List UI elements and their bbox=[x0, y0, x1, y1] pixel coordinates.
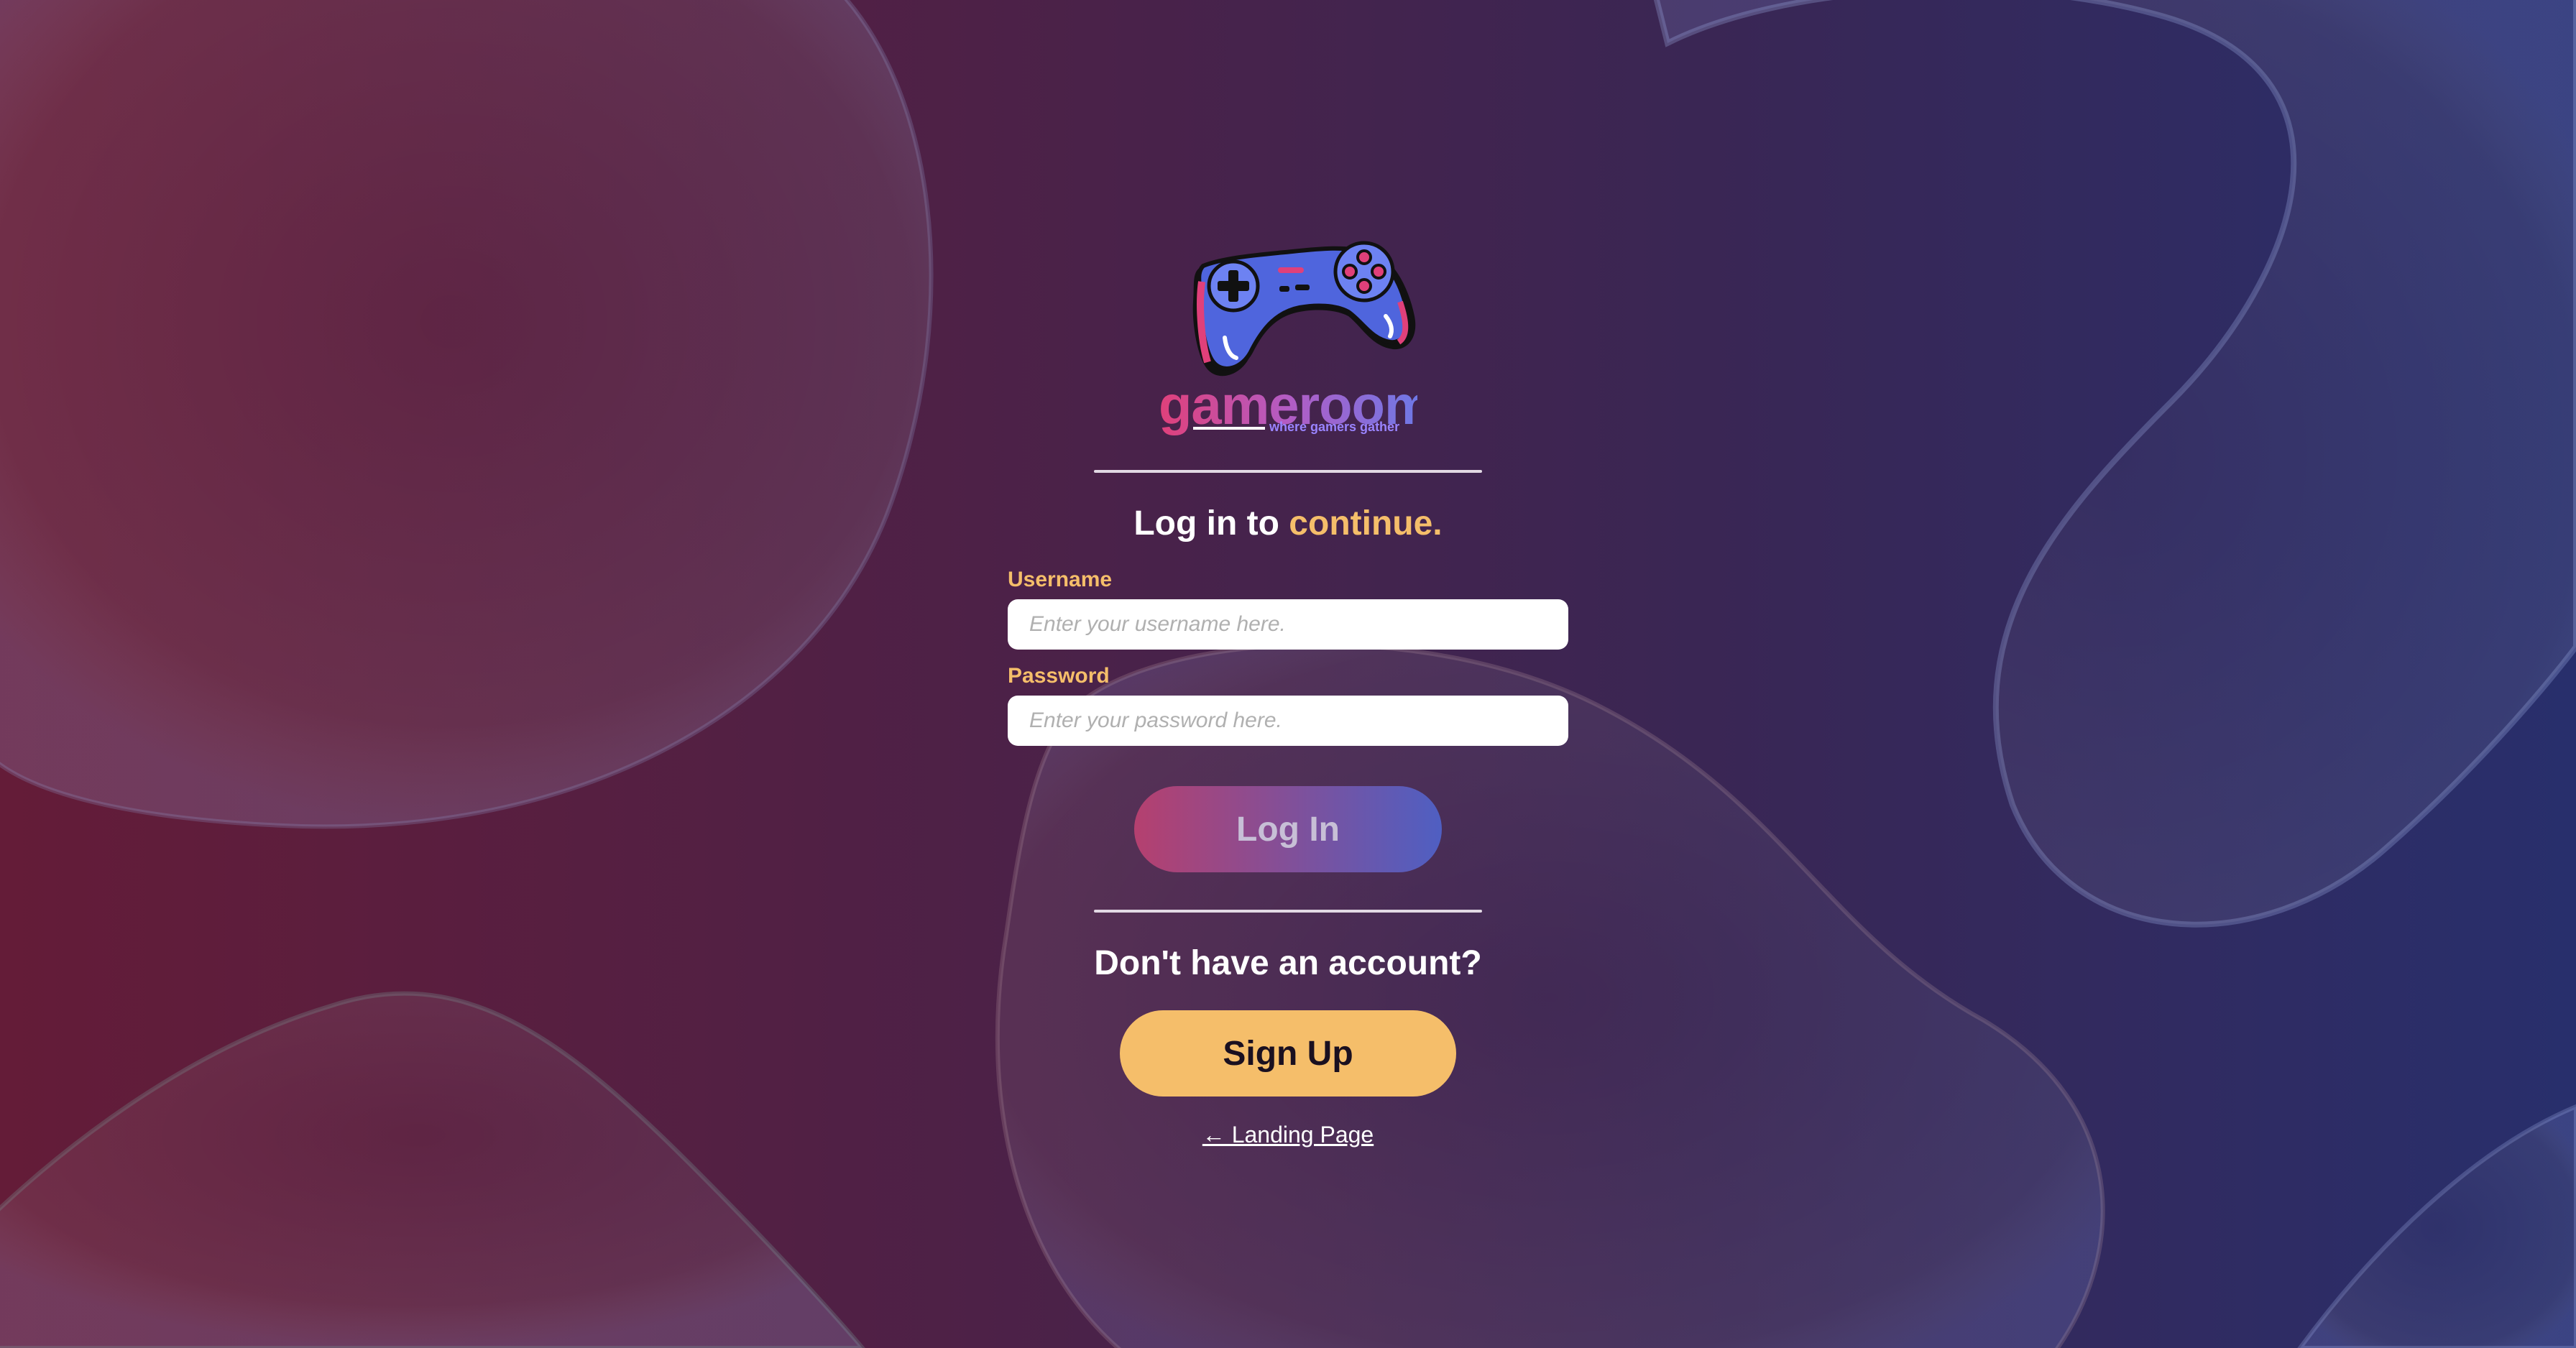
login-heading: Log in to continue. bbox=[1006, 499, 1570, 549]
heading-accent: continue. bbox=[1289, 504, 1443, 543]
signup-button[interactable]: Sign Up bbox=[1120, 1010, 1456, 1097]
username-input[interactable] bbox=[1008, 599, 1568, 650]
bottom-divider bbox=[1094, 910, 1482, 913]
heading-prefix: Log in to bbox=[1133, 504, 1279, 543]
signup-prompt: Don't have an account? bbox=[1094, 944, 1482, 982]
landing-page-link[interactable]: ← Landing Page bbox=[1006, 1118, 1570, 1151]
brand-tagline: where gamers gather bbox=[1269, 420, 1400, 434]
login-page: gameroom. where gamers gather Log in to … bbox=[0, 0, 2576, 1348]
password-label: Password bbox=[1008, 664, 1110, 688]
username-label: Username bbox=[1008, 568, 1113, 591]
top-divider bbox=[1094, 470, 1482, 473]
tagline-underline bbox=[1193, 427, 1265, 430]
login-button[interactable]: Log In bbox=[1134, 786, 1442, 872]
password-input[interactable] bbox=[1008, 696, 1568, 746]
